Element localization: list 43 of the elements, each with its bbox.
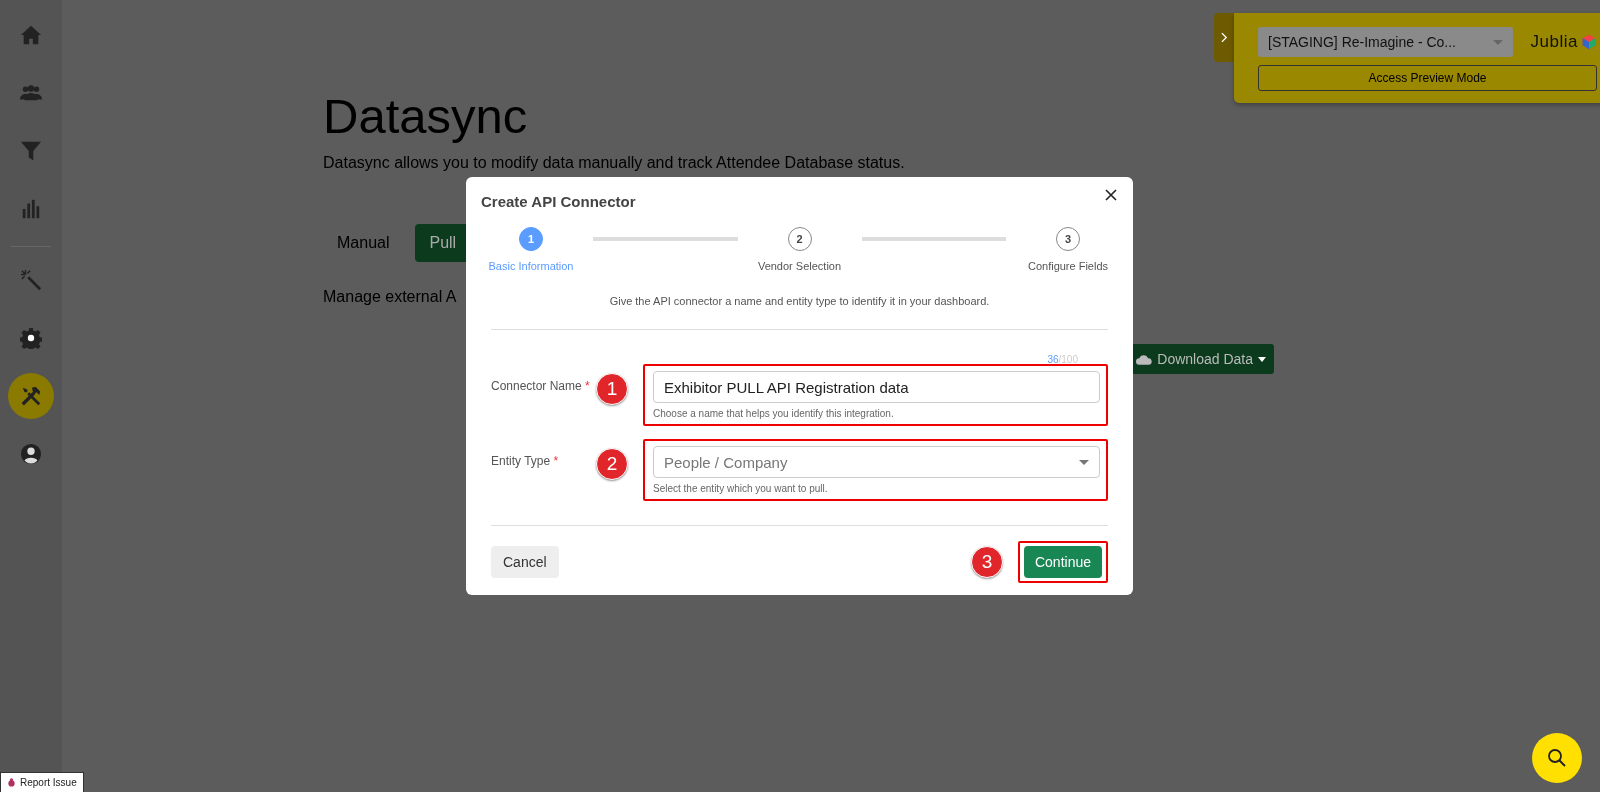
search-button[interactable]	[1532, 733, 1582, 783]
bug-icon	[7, 778, 16, 787]
tools-icon	[20, 385, 42, 407]
panel-toggle[interactable]	[1214, 13, 1234, 62]
search-icon	[1547, 748, 1567, 768]
step-number[interactable]: 3	[1056, 227, 1080, 251]
step-label: Basic Information	[488, 260, 574, 272]
home-icon	[20, 24, 42, 46]
caret-icon	[1079, 459, 1089, 465]
gear-icon	[20, 327, 42, 349]
event-select[interactable]: [STAGING] Re-Imagine - Co...	[1258, 27, 1513, 57]
page-title: Datasync	[323, 88, 528, 144]
annotation-badge: 1	[596, 373, 628, 405]
cube-logo-icon	[1581, 34, 1597, 50]
modal-title: Create API Connector	[481, 193, 636, 210]
step-label: Vendor Selection	[757, 260, 842, 272]
logo-text: Jublia	[1530, 32, 1578, 52]
chevron-right-icon	[1220, 32, 1228, 43]
annotation-badge: 3	[970, 546, 1003, 578]
filter-icon	[20, 140, 42, 162]
bar-chart-icon	[20, 198, 42, 220]
cloud-icon	[1136, 353, 1153, 365]
caret-icon	[1492, 39, 1503, 45]
modal-description: Give the API connector a name and entity type to identify it in your dashboard.	[608, 295, 991, 307]
preview-mode-button[interactable]: Access Preview Mode	[1258, 65, 1597, 91]
step-number[interactable]: 2	[787, 227, 812, 251]
page-subtitle: Datasync allows you to modify data manually and track Attendee Database status.	[323, 154, 905, 172]
select-field[interactable]: People / Company	[653, 446, 1100, 478]
page-description: Manage external A	[323, 288, 457, 306]
step-label: Configure Fields	[1027, 260, 1109, 272]
help-text: Select the entity which you want to pull.	[653, 483, 829, 494]
field-label: Connector Name *	[491, 378, 591, 393]
annotation-badge: 2	[596, 448, 628, 480]
magic-wand-icon	[20, 269, 42, 291]
user-icon	[20, 443, 42, 465]
caret-icon	[1258, 356, 1266, 362]
help-text: Choose a name that helps you identify this integration.	[653, 408, 895, 419]
input-field[interactable]: Exhibitor PULL API Registration data	[653, 371, 1100, 403]
cancel-button[interactable]: Cancel	[491, 546, 559, 578]
report-issue-button[interactable]: Report Issue	[0, 772, 84, 792]
field-label: Entity Type *	[491, 453, 560, 468]
close-icon	[1105, 189, 1117, 201]
continue-button[interactable]: Continue	[1023, 546, 1102, 578]
